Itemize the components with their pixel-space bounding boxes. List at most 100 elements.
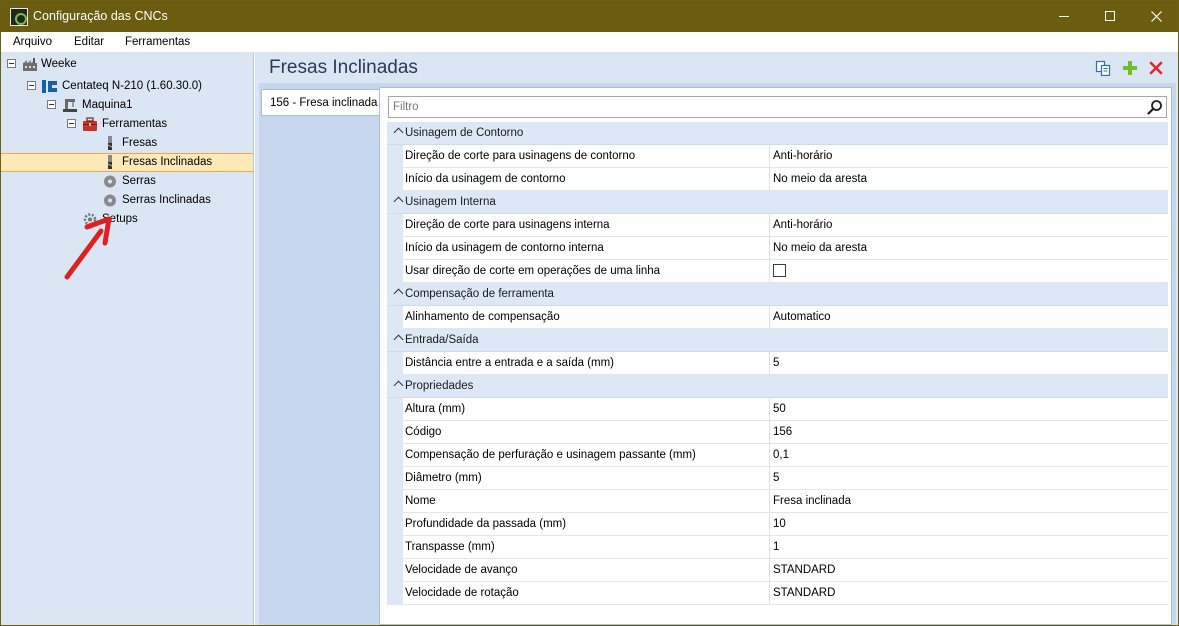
maximize-button[interactable] — [1087, 1, 1133, 32]
menu-ferramentas[interactable]: Ferramentas — [125, 36, 190, 48]
row-gutter — [387, 536, 403, 559]
category-label: Usinagem de Contorno — [405, 127, 524, 139]
property-value[interactable]: No meio da aresta — [773, 173, 867, 185]
filter-placeholder: Filtro — [393, 101, 419, 113]
property-value[interactable]: No meio da aresta — [773, 242, 867, 254]
tab-fresa-inclinada[interactable]: 156 - Fresa inclinada — [261, 89, 379, 116]
collapse-chevron-icon[interactable] — [393, 380, 404, 391]
tree-node-fresas-inclinadas[interactable]: Fresas Inclinadas — [1, 153, 251, 172]
property-row[interactable]: Compensação de perfuração e usinagem pas… — [387, 444, 1168, 467]
property-value[interactable]: Anti-horário — [773, 150, 832, 162]
category-propriedades[interactable]: Propriedades — [387, 375, 1168, 398]
tree-node-fresas[interactable]: Fresas — [1, 134, 251, 153]
property-value[interactable]: 0,1 — [773, 449, 789, 461]
property-value[interactable]: Fresa inclinada — [773, 495, 851, 507]
mill-tool-icon — [107, 155, 113, 169]
tree-label: Maquina1 — [82, 99, 133, 111]
menu-editar[interactable]: Editar — [74, 36, 104, 48]
property-value[interactable]: 5 — [773, 472, 779, 484]
copy-icon[interactable] — [1095, 60, 1111, 76]
property-row[interactable]: Distância entre a entrada e a saída (mm)… — [387, 352, 1168, 375]
machine-tree: Weeke Centateq N-210 (1.60.30.0) Maquina… — [1, 53, 254, 625]
category-label: Entrada/Saída — [405, 334, 479, 346]
property-value[interactable]: STANDARD — [773, 587, 835, 599]
mill-tool-icon — [107, 136, 113, 150]
property-row[interactable]: Nome Fresa inclinada — [387, 490, 1168, 513]
row-gutter — [387, 352, 403, 375]
delete-icon[interactable] — [1148, 60, 1164, 76]
property-row[interactable]: Início da usinagem de contorno No meio d… — [387, 168, 1168, 191]
row-gutter — [387, 398, 403, 421]
machine-logo-icon — [42, 80, 57, 93]
tree-label: Serras Inclinadas — [122, 194, 211, 206]
property-row[interactable]: Direção de corte para usinagens de conto… — [387, 145, 1168, 168]
tree-node-maquina1[interactable]: Maquina1 — [1, 96, 251, 115]
category-usinagem-interna[interactable]: Usinagem Interna — [387, 191, 1168, 214]
filter-field[interactable]: Filtro — [388, 96, 1167, 118]
collapse-chevron-icon[interactable] — [393, 288, 404, 299]
property-value[interactable]: 10 — [773, 518, 786, 530]
property-row[interactable]: Altura (mm) 50 — [387, 398, 1168, 421]
page-title: Fresas Inclinadas — [269, 57, 418, 78]
row-gutter — [387, 467, 403, 490]
category-label: Propriedades — [405, 380, 474, 392]
category-label: Usinagem Interna — [405, 196, 496, 208]
collapse-icon[interactable] — [47, 100, 56, 109]
menu-bar: Arquivo Editar Ferramentas — [1, 32, 1178, 53]
toolbox-icon — [83, 117, 97, 131]
property-row[interactable]: Velocidade de rotação STANDARD — [387, 582, 1168, 605]
property-value[interactable]: 156 — [773, 426, 792, 438]
property-row[interactable]: Código 156 — [387, 421, 1168, 444]
tree-label: Serras — [122, 175, 156, 187]
row-gutter — [387, 513, 403, 536]
category-compensacao[interactable]: Compensação de ferramenta — [387, 283, 1168, 306]
property-value[interactable]: 5 — [773, 357, 779, 369]
property-value[interactable]: Automatico — [773, 311, 831, 323]
column-divider — [769, 421, 770, 444]
collapse-icon[interactable] — [67, 119, 76, 128]
property-row[interactable]: Direção de corte para usinagens interna … — [387, 214, 1168, 237]
property-row[interactable]: Início da usinagem de contorno interna N… — [387, 237, 1168, 260]
annotation-arrow-icon — [64, 216, 112, 280]
collapse-icon[interactable] — [7, 59, 16, 68]
close-window-button[interactable] — [1133, 1, 1178, 32]
category-entrada-saida[interactable]: Entrada/Saída — [387, 329, 1168, 352]
row-gutter — [387, 421, 403, 444]
property-name: Direção de corte para usinagens de conto… — [405, 150, 636, 162]
factory-icon — [23, 58, 37, 71]
collapse-chevron-icon[interactable] — [393, 196, 404, 207]
property-row[interactable]: Profundidade da passada (mm) 10 — [387, 513, 1168, 536]
property-value[interactable]: 50 — [773, 403, 786, 415]
property-name: Distância entre a entrada e a saída (mm) — [405, 357, 615, 369]
tree-node-serras[interactable]: Serras — [1, 172, 251, 191]
collapse-chevron-icon[interactable] — [393, 127, 404, 138]
collapse-icon[interactable] — [27, 81, 36, 90]
property-value[interactable]: Anti-horário — [773, 219, 832, 231]
property-row[interactable]: Transpasse (mm) 1 — [387, 536, 1168, 559]
row-gutter — [387, 559, 403, 582]
add-icon[interactable] — [1122, 60, 1138, 76]
minimize-button[interactable] — [1041, 1, 1087, 32]
category-usinagem-contorno[interactable]: Usinagem de Contorno — [387, 122, 1168, 145]
property-row[interactable]: Velocidade de avanço STANDARD — [387, 559, 1168, 582]
property-row[interactable]: Usar direção de corte em operações de um… — [387, 260, 1168, 283]
tree-node-ferramentas[interactable]: Ferramentas — [1, 115, 251, 134]
collapse-chevron-icon[interactable] — [393, 334, 404, 345]
property-row[interactable]: Diâmetro (mm) 5 — [387, 467, 1168, 490]
column-divider — [769, 513, 770, 536]
property-checkbox[interactable] — [773, 264, 786, 277]
property-value[interactable]: STANDARD — [773, 564, 835, 576]
tree-node-centateq[interactable]: Centateq N-210 (1.60.30.0) — [1, 77, 251, 96]
property-name: Profundidade da passada (mm) — [405, 518, 567, 530]
column-divider — [769, 145, 770, 168]
menu-arquivo[interactable]: Arquivo — [13, 36, 52, 48]
title-bar: Configuração das CNCs — [1, 1, 1178, 32]
property-name: Início da usinagem de contorno — [405, 173, 566, 185]
tree-node-weeke[interactable]: Weeke — [1, 55, 251, 74]
property-row[interactable]: Alinhamento de compensação Automatico — [387, 306, 1168, 329]
column-divider — [769, 444, 770, 467]
property-value[interactable]: 1 — [773, 541, 779, 553]
property-name: Nome — [405, 495, 436, 507]
search-icon[interactable] — [1147, 99, 1163, 115]
column-divider — [769, 260, 770, 283]
